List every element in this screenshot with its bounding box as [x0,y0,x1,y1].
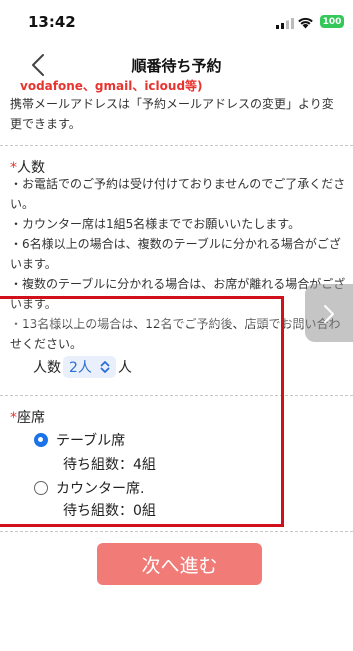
note-item: ・6名様以上の場合は、複数のテーブルに分かれる場合がございます。 [10,237,341,271]
wifi-icon [298,17,313,29]
note-item: ・お電話でのご予約は受け付けておりませんのでご了承ください。 [10,177,346,211]
party-size-select[interactable]: 2人 [63,356,116,378]
side-drawer-tab[interactable] [305,284,353,342]
battery-icon: 100 [320,15,344,28]
email-provider-note: vodafone、gmail、icloud等) [20,79,203,93]
seat-option-counter[interactable]: カウンター席. [34,478,144,498]
divider [0,531,353,532]
divider [0,395,353,396]
radio-checked-icon[interactable] [34,433,48,447]
note-item: ・複数のテーブルに分かれる場合は、お席が離れる場合がございます。 [10,277,346,311]
party-size-unit: 人 [117,360,132,376]
party-size-notes: ・お電話でのご予約は受け付けておりませんのでご了承ください。 ・カウンター席は1… [10,174,346,354]
note-item: ・カウンター席は1組5名様まででお願いいたします。 [10,217,301,231]
screen: 13:42 100 順番待ち予約 vodafone、gmail、icloud等)… [0,0,353,651]
seat-option-label: テーブル席 [56,433,126,449]
page-title: 順番待ち予約 [131,57,222,75]
party-size-row: 人数 2人 人 [33,356,132,378]
party-size-label: 人数 [33,360,61,376]
wait-count-table: 待ち組数：4組 [63,457,156,473]
divider [0,145,353,146]
updown-chevron-icon [100,361,110,373]
note-item: ・13名様以上の場合は、12名でご予約後、店頭でお問い合わせください。 [10,317,341,351]
seat-title: *座席 [10,407,45,427]
status-bar: 13:42 100 [0,0,353,44]
next-button[interactable]: 次へ進む [97,543,262,585]
email-change-note: 携帯メールアドレスは「予約メールアドレスの変更」より変更できます。 [10,97,334,131]
chevron-right-icon [324,305,334,323]
party-size-value: 2人 [69,360,92,376]
status-time: 13:42 [28,13,76,31]
signal-icon [276,18,294,29]
seat-option-table[interactable]: テーブル席 [34,430,125,450]
radio-unchecked-icon[interactable] [34,481,48,495]
seat-option-label: カウンター席. [56,481,145,497]
seat-title-text: 座席 [17,410,45,426]
required-mark: * [10,410,17,426]
wait-count-counter: 待ち組数：0組 [63,503,156,519]
